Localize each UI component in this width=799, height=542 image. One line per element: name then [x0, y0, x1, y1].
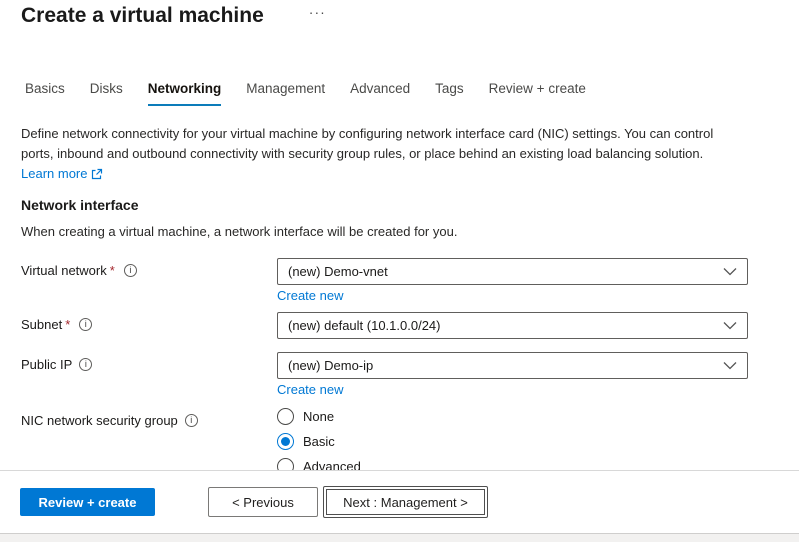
- tab-basics[interactable]: Basics: [25, 81, 65, 106]
- required-marker: *: [65, 317, 70, 332]
- virtual-network-create-new-link[interactable]: Create new: [277, 288, 343, 303]
- nic-nsg-label: NIC network security group i: [21, 408, 277, 428]
- title-row: Create a virtual machine ···: [0, 0, 799, 29]
- tab-management[interactable]: Management: [246, 81, 325, 106]
- next-management-button[interactable]: Next : Management >: [323, 486, 488, 518]
- chevron-down-icon: [723, 267, 737, 276]
- more-options-button[interactable]: ···: [309, 4, 326, 20]
- tab-bar: Basics Disks Networking Management Advan…: [0, 81, 799, 106]
- chevron-down-icon: [723, 361, 737, 370]
- page-content: Create a virtual machine ··· Basics Disk…: [0, 0, 799, 470]
- tab-review-create[interactable]: Review + create: [489, 81, 586, 106]
- review-create-button[interactable]: Review + create: [20, 488, 155, 516]
- info-icon[interactable]: i: [79, 358, 92, 371]
- info-icon[interactable]: i: [185, 414, 198, 427]
- tab-tags[interactable]: Tags: [435, 81, 464, 106]
- radio-selected-icon: [277, 433, 294, 450]
- radio-icon: [277, 458, 294, 471]
- learn-more-link[interactable]: Learn more: [21, 164, 103, 184]
- section-title: Network interface: [0, 197, 799, 213]
- public-ip-create-new-link[interactable]: Create new: [277, 382, 343, 397]
- create-vm-page: Create a virtual machine ··· Basics Disk…: [0, 0, 799, 542]
- section-subtitle: When creating a virtual machine, a netwo…: [0, 224, 799, 239]
- nic-nsg-radio-advanced[interactable]: Advanced: [277, 458, 748, 471]
- chevron-down-icon: [723, 321, 737, 330]
- virtual-network-label: Virtual network * i: [21, 258, 277, 278]
- footer-bar: Review + create < Previous Next : Manage…: [0, 470, 799, 533]
- public-ip-value: (new) Demo-ip: [288, 358, 373, 373]
- info-icon[interactable]: i: [124, 264, 137, 277]
- page-title: Create a virtual machine: [21, 3, 264, 29]
- subnet-label: Subnet * i: [21, 312, 277, 332]
- radio-icon: [277, 408, 294, 425]
- public-ip-label: Public IP i: [21, 352, 277, 372]
- subnet-dropdown[interactable]: (new) default (10.1.0.0/24): [277, 312, 748, 339]
- tab-networking[interactable]: Networking: [148, 81, 222, 106]
- bottom-scrollbar-strip[interactable]: [0, 533, 799, 542]
- previous-button[interactable]: < Previous: [208, 487, 318, 517]
- subnet-value: (new) default (10.1.0.0/24): [288, 318, 440, 333]
- external-link-icon: [91, 168, 103, 180]
- nic-nsg-radio-basic[interactable]: Basic: [277, 433, 748, 450]
- virtual-network-value: (new) Demo-vnet: [288, 264, 388, 279]
- virtual-network-row: Virtual network * i (new) Demo-vnet Crea…: [0, 258, 799, 305]
- info-icon[interactable]: i: [79, 318, 92, 331]
- subnet-row: Subnet * i (new) default (10.1.0.0/24): [0, 312, 799, 339]
- tab-disks[interactable]: Disks: [90, 81, 123, 106]
- virtual-network-dropdown[interactable]: (new) Demo-vnet: [277, 258, 748, 285]
- required-marker: *: [110, 263, 115, 278]
- nic-nsg-row: NIC network security group i None Basic …: [0, 408, 799, 471]
- public-ip-row: Public IP i (new) Demo-ip Create new: [0, 352, 799, 399]
- intro-line-2: ports, inbound and outbound connectivity…: [21, 144, 799, 164]
- nic-nsg-radio-none[interactable]: None: [277, 408, 748, 425]
- learn-more-label: Learn more: [21, 164, 87, 184]
- intro-text: Define network connectivity for your vir…: [0, 124, 799, 184]
- intro-line-1: Define network connectivity for your vir…: [21, 124, 799, 144]
- tab-advanced[interactable]: Advanced: [350, 81, 410, 106]
- public-ip-dropdown[interactable]: (new) Demo-ip: [277, 352, 748, 379]
